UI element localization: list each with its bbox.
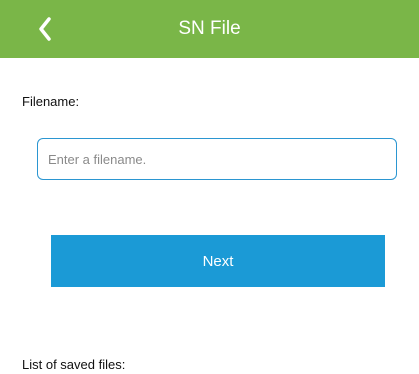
filename-input[interactable] (37, 138, 397, 180)
filename-label: Filename: (22, 94, 80, 109)
next-button[interactable]: Next (51, 235, 385, 287)
page-title: SN File (178, 18, 241, 39)
saved-files-label: List of saved files: (22, 357, 126, 372)
sn-file-screen: SN File Filename: Next List of saved fil… (0, 0, 419, 374)
app-header: SN File (0, 0, 419, 58)
